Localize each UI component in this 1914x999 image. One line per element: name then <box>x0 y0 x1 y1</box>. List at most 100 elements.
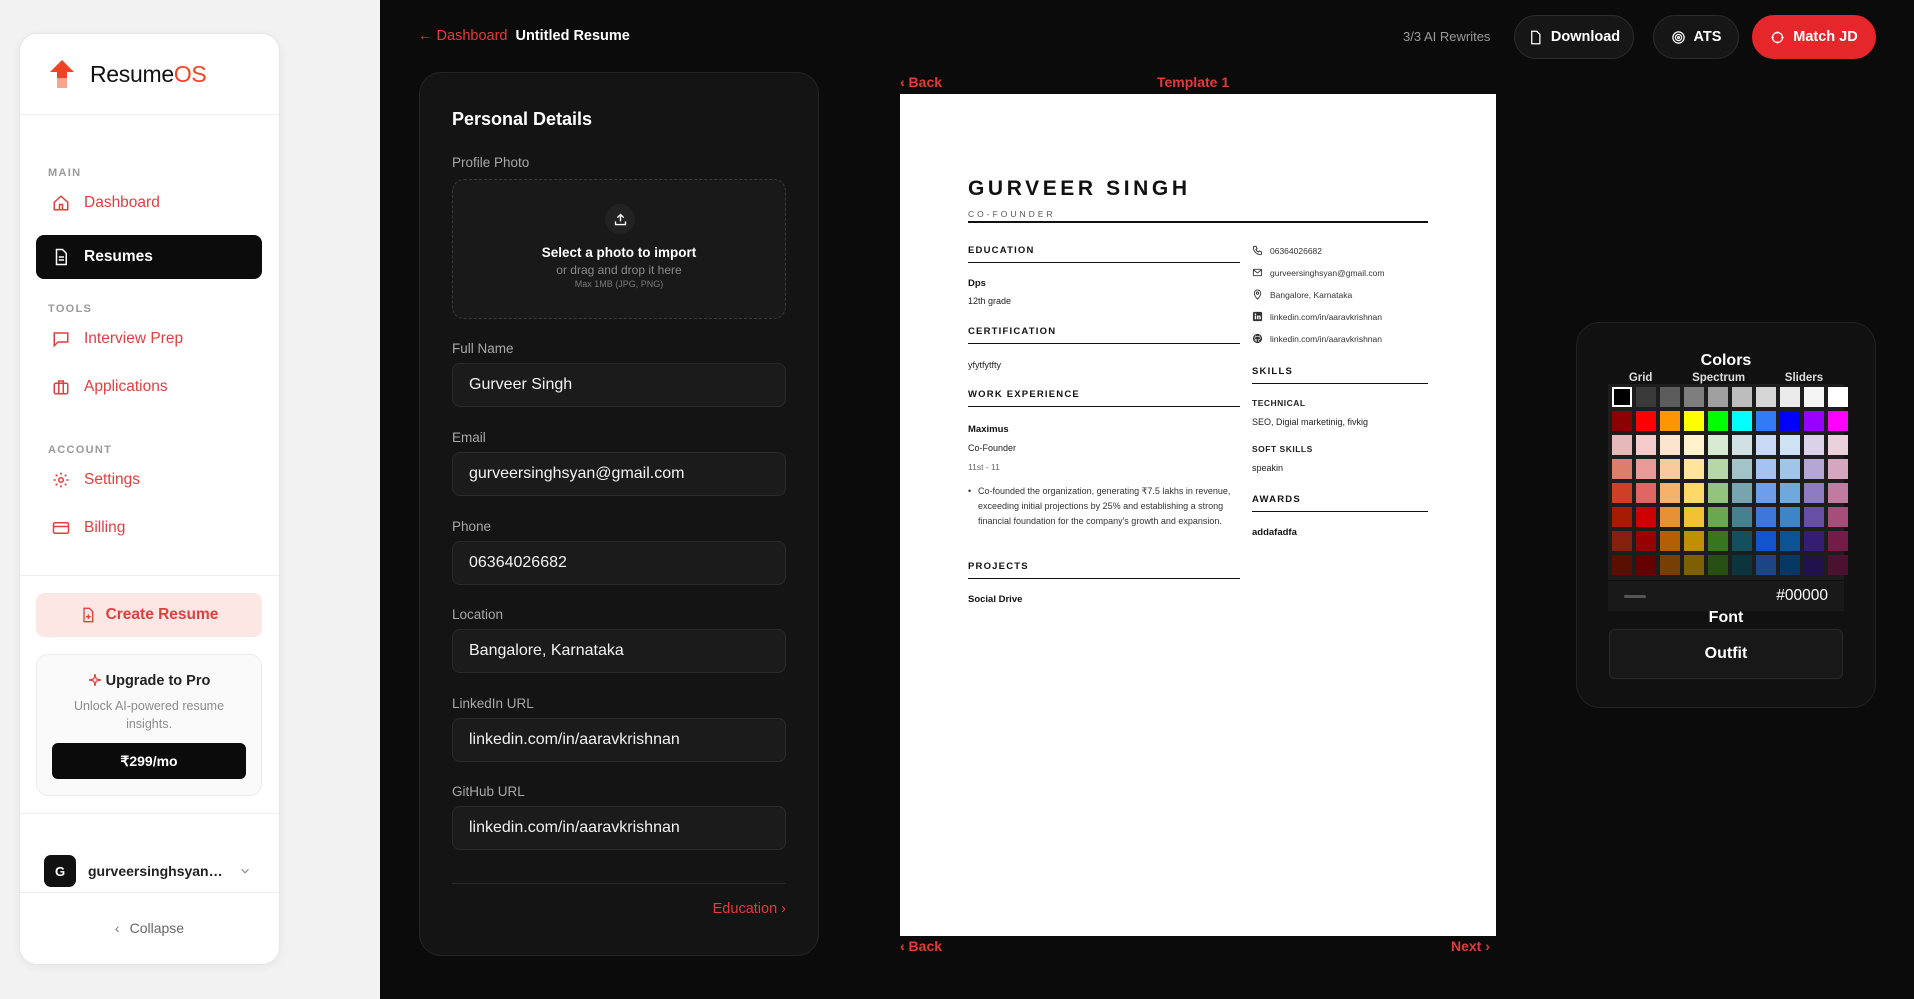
back-button-top[interactable]: ‹ Back <box>900 74 942 90</box>
color-swatch[interactable] <box>1684 531 1704 551</box>
color-swatch[interactable] <box>1804 435 1824 455</box>
color-swatch[interactable] <box>1708 483 1728 503</box>
color-swatch[interactable] <box>1804 531 1824 551</box>
color-swatch[interactable] <box>1636 555 1656 575</box>
next-button-bottom[interactable]: Next › <box>1451 938 1490 954</box>
sidebar-item-resumes[interactable]: Resumes <box>36 235 262 279</box>
color-swatch[interactable] <box>1684 459 1704 479</box>
brand[interactable]: ResumeOS <box>48 58 207 90</box>
linkedin-field[interactable]: linkedin.com/in/aaravkrishnan <box>452 718 786 762</box>
tab-grid[interactable]: Grid <box>1629 372 1653 384</box>
color-swatch[interactable] <box>1684 555 1704 575</box>
color-swatch[interactable] <box>1804 387 1824 407</box>
color-swatch[interactable] <box>1660 483 1680 503</box>
ats-button[interactable]: ATS <box>1653 15 1739 59</box>
color-swatch[interactable] <box>1612 435 1632 455</box>
color-swatch[interactable] <box>1804 459 1824 479</box>
color-swatch[interactable] <box>1612 507 1632 527</box>
color-swatch[interactable] <box>1756 555 1776 575</box>
full-name-field[interactable]: Gurveer Singh <box>452 363 786 407</box>
color-swatch[interactable] <box>1660 555 1680 575</box>
next-section-button[interactable]: Education › <box>713 901 786 917</box>
color-swatch[interactable] <box>1660 531 1680 551</box>
color-swatch[interactable] <box>1636 387 1656 407</box>
color-swatch[interactable] <box>1828 459 1848 479</box>
color-swatch[interactable] <box>1684 435 1704 455</box>
color-swatch[interactable] <box>1636 483 1656 503</box>
color-swatch[interactable] <box>1780 531 1800 551</box>
color-swatch[interactable] <box>1708 435 1728 455</box>
color-swatch[interactable] <box>1708 531 1728 551</box>
color-swatch[interactable] <box>1780 435 1800 455</box>
color-swatch[interactable] <box>1684 387 1704 407</box>
phone-field[interactable]: 06364026682 <box>452 541 786 585</box>
color-swatch[interactable] <box>1660 411 1680 431</box>
color-swatch[interactable] <box>1708 459 1728 479</box>
color-swatch[interactable] <box>1684 507 1704 527</box>
sidebar-item-applications[interactable]: Applications <box>36 365 262 409</box>
tab-spectrum[interactable]: Spectrum <box>1692 372 1745 384</box>
color-swatch[interactable] <box>1732 411 1752 431</box>
color-swatch[interactable] <box>1732 483 1752 503</box>
color-swatch[interactable] <box>1780 411 1800 431</box>
color-swatch[interactable] <box>1828 555 1848 575</box>
color-swatch[interactable] <box>1732 387 1752 407</box>
color-swatch[interactable] <box>1780 507 1800 527</box>
color-swatch[interactable] <box>1636 507 1656 527</box>
color-swatch[interactable] <box>1804 555 1824 575</box>
color-swatch[interactable] <box>1636 531 1656 551</box>
create-resume-button[interactable]: Create Resume <box>36 593 262 637</box>
tab-sliders[interactable]: Sliders <box>1785 372 1823 384</box>
color-swatch[interactable] <box>1828 435 1848 455</box>
match-jd-button[interactable]: Match JD <box>1752 15 1876 59</box>
color-swatch[interactable] <box>1828 387 1848 407</box>
color-swatch[interactable] <box>1732 555 1752 575</box>
color-swatch[interactable] <box>1756 507 1776 527</box>
color-swatch[interactable] <box>1732 435 1752 455</box>
color-swatch[interactable] <box>1780 555 1800 575</box>
color-swatch[interactable] <box>1756 531 1776 551</box>
color-swatch[interactable] <box>1612 531 1632 551</box>
back-button-bottom[interactable]: ‹ Back <box>900 938 942 954</box>
location-field[interactable]: Bangalore, Karnataka <box>452 629 786 673</box>
color-swatch[interactable] <box>1780 387 1800 407</box>
color-swatch[interactable] <box>1684 411 1704 431</box>
color-swatch[interactable] <box>1732 531 1752 551</box>
color-swatch[interactable] <box>1660 459 1680 479</box>
color-swatch[interactable] <box>1612 387 1632 407</box>
color-swatch[interactable] <box>1804 411 1824 431</box>
sidebar-item-interview-prep[interactable]: Interview Prep <box>36 317 262 361</box>
color-swatch[interactable] <box>1756 459 1776 479</box>
color-swatch[interactable] <box>1828 411 1848 431</box>
color-swatch[interactable] <box>1708 411 1728 431</box>
color-swatch[interactable] <box>1756 411 1776 431</box>
color-swatch[interactable] <box>1732 507 1752 527</box>
color-swatch[interactable] <box>1612 555 1632 575</box>
hex-input[interactable]: #00000 <box>1776 587 1828 605</box>
color-swatch[interactable] <box>1660 387 1680 407</box>
email-field[interactable]: gurveersinghsyan@gmail.com <box>452 452 786 496</box>
color-swatch[interactable] <box>1756 435 1776 455</box>
github-field[interactable]: linkedin.com/in/aaravkrishnan <box>452 806 786 850</box>
upgrade-price-button[interactable]: ₹299/mo <box>52 743 246 779</box>
color-swatch[interactable] <box>1612 483 1632 503</box>
color-swatch[interactable] <box>1756 387 1776 407</box>
color-swatch[interactable] <box>1756 483 1776 503</box>
user-menu[interactable]: G gurveersinghsyan1... <box>44 854 259 888</box>
back-to-dashboard-link[interactable]: ← Dashboard <box>418 28 507 44</box>
photo-upload-dropzone[interactable]: Select a photo to import or drag and dro… <box>452 179 786 319</box>
color-swatch[interactable] <box>1708 507 1728 527</box>
color-swatch[interactable] <box>1780 459 1800 479</box>
sidebar-item-settings[interactable]: Settings <box>36 458 262 502</box>
color-swatch[interactable] <box>1804 483 1824 503</box>
color-swatch[interactable] <box>1828 507 1848 527</box>
color-swatch[interactable] <box>1684 483 1704 503</box>
color-swatch[interactable] <box>1708 555 1728 575</box>
color-swatch[interactable] <box>1660 435 1680 455</box>
color-swatch[interactable] <box>1780 483 1800 503</box>
sidebar-item-dashboard[interactable]: Dashboard <box>36 181 262 225</box>
font-select[interactable]: Outfit <box>1609 629 1843 679</box>
download-button[interactable]: Download <box>1514 15 1634 59</box>
color-swatch[interactable] <box>1732 459 1752 479</box>
color-swatch[interactable] <box>1636 459 1656 479</box>
